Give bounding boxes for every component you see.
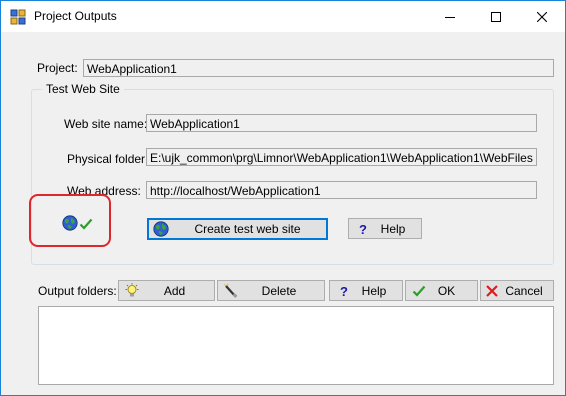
close-button[interactable] (519, 1, 565, 32)
project-outputs-window: Project Outputs Project: WebApplication1… (0, 0, 566, 396)
project-field: WebApplication1 (83, 59, 554, 77)
output-help-label: Help (361, 283, 387, 298)
output-help-button[interactable]: ? Help (329, 280, 403, 301)
site-name-field[interactable]: WebApplication1 (146, 114, 537, 132)
minimize-button[interactable] (427, 1, 473, 32)
site-help-label: Help (380, 221, 406, 236)
globe-icon (153, 221, 169, 237)
create-test-web-site-label: Create test web site (194, 222, 301, 236)
add-button[interactable]: Add (118, 280, 215, 301)
maximize-button[interactable] (473, 1, 519, 32)
project-label: Project: (37, 61, 78, 75)
delete-button[interactable]: Delete (217, 280, 325, 301)
ok-label: OK (437, 283, 456, 298)
physical-folder-label: Physical folder: (67, 152, 149, 166)
site-help-button[interactable]: ? Help (348, 218, 422, 239)
minimize-icon (445, 12, 455, 22)
window-title: Project Outputs (34, 9, 117, 23)
highlight-annotation (29, 194, 111, 247)
app-icon (10, 9, 26, 25)
create-test-web-site-button[interactable]: Create test web site (147, 218, 328, 240)
web-address-field[interactable]: http://localhost/WebApplication1 (146, 181, 537, 199)
maximize-icon (491, 11, 501, 22)
close-icon (537, 11, 547, 22)
test-web-site-group-label: Test Web Site (42, 82, 124, 96)
title-bar[interactable]: Project Outputs (1, 1, 565, 32)
output-folders-list[interactable] (38, 306, 554, 385)
ok-button[interactable]: OK (405, 280, 478, 301)
site-name-label: Web site name: (64, 117, 148, 131)
delete-label: Delete (261, 283, 297, 298)
add-label: Add (163, 283, 186, 298)
output-folders-label: Output folders: (38, 284, 117, 298)
cancel-button[interactable]: Cancel (480, 280, 554, 301)
cancel-label: Cancel (505, 283, 543, 298)
physical-folder-field[interactable]: E:\ujk_common\prg\Limnor\WebApplication1… (146, 148, 537, 166)
